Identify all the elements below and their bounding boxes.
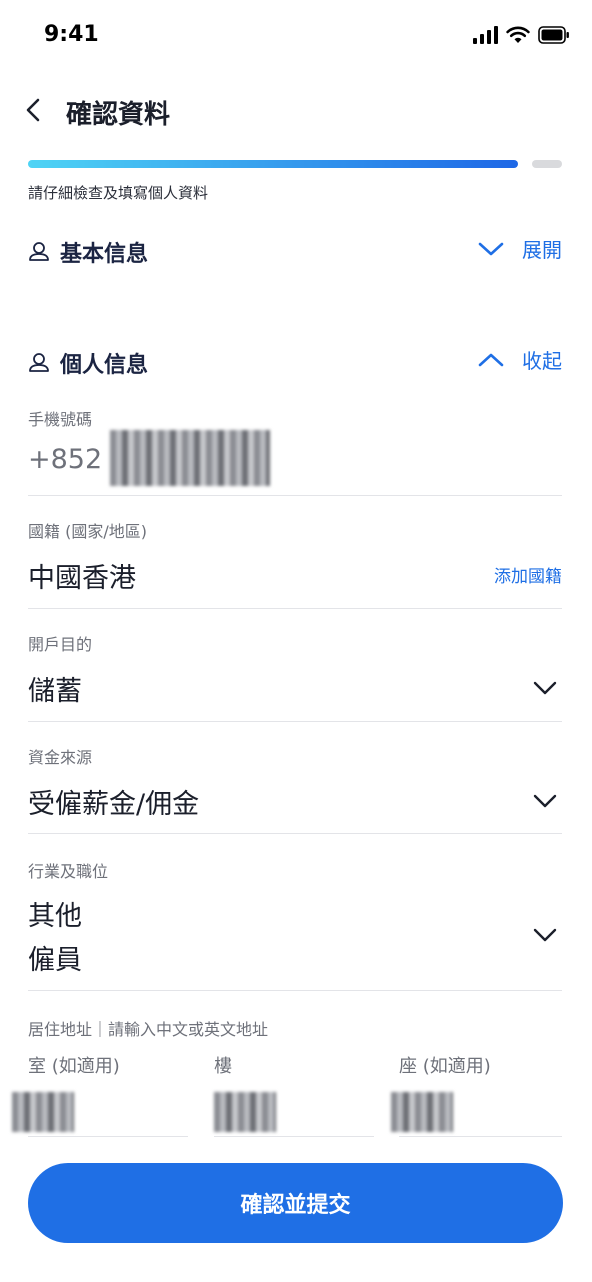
chevron-up-icon	[478, 353, 504, 366]
nationality-value: 中國香港	[28, 563, 136, 594]
section-title: 基本信息	[60, 242, 149, 267]
chevron-down-icon	[533, 794, 557, 808]
account-purpose-select[interactable]: 開戶目的 儲蓄	[28, 623, 562, 722]
purpose-value: 儲蓄	[28, 676, 82, 707]
status-bar: 9:41	[0, 0, 592, 72]
section-basic-info[interactable]: 基本信息 展開	[28, 234, 562, 270]
redacted-floor	[214, 1092, 276, 1132]
nationality-label: 國籍 (國家/地區)	[28, 522, 147, 541]
redacted-phone-number	[110, 430, 270, 486]
expand-label: 展開	[522, 238, 562, 262]
status-icons	[473, 26, 570, 44]
progress-hint: 請仔細檢查及填寫個人資料	[28, 184, 209, 202]
signal-icon	[473, 26, 498, 44]
room-label: 室 (如適用)	[28, 1056, 120, 1077]
collapse-label: 收起	[522, 349, 562, 373]
expand-toggle[interactable]: 展開	[478, 234, 562, 263]
purpose-label: 開戶目的	[28, 635, 93, 654]
occupation-label: 行業及職位	[28, 862, 109, 881]
phone-field[interactable]: 手機號碼 +852	[28, 398, 562, 496]
progress-fill	[28, 160, 518, 168]
wifi-icon	[506, 26, 530, 44]
chevron-down-icon	[478, 242, 504, 255]
floor-label: 樓	[214, 1056, 232, 1077]
funds-label: 資金來源	[28, 748, 93, 767]
address-block-field[interactable]: 座 (如適用)	[391, 1052, 562, 1137]
collapse-toggle[interactable]: 收起	[478, 345, 562, 374]
user-icon	[29, 353, 49, 372]
phone-label: 手機號碼	[28, 410, 93, 429]
section-personal-info[interactable]: 個人信息 收起	[28, 345, 562, 381]
status-time: 9:41	[44, 22, 99, 47]
redacted-room	[12, 1092, 74, 1132]
address-floor-field[interactable]: 樓	[214, 1052, 374, 1137]
nationality-field[interactable]: 國籍 (國家/地區) 中國香港 添加國籍	[28, 510, 562, 609]
address-label: 居住地址｜請輸入中文或英文地址	[28, 1020, 269, 1039]
phone-prefix: +852	[28, 444, 103, 475]
progress-bar	[28, 160, 562, 168]
nav-bar: 確認資料	[0, 82, 592, 138]
room-underline	[28, 1136, 188, 1137]
redacted-block	[391, 1092, 453, 1132]
back-icon[interactable]	[20, 96, 48, 124]
chevron-down-icon	[533, 928, 557, 942]
block-underline	[399, 1136, 562, 1137]
occupation-industry: 其他	[28, 901, 82, 932]
confirm-submit-button[interactable]: 確認並提交	[28, 1163, 563, 1243]
user-icon	[29, 242, 49, 261]
floor-underline	[214, 1136, 374, 1137]
add-nationality-link[interactable]: 添加國籍	[494, 562, 562, 587]
occupation-position: 僱員	[28, 945, 82, 976]
section-title: 個人信息	[60, 353, 149, 378]
source-of-funds-select[interactable]: 資金來源 受僱薪金/佣金	[28, 736, 562, 834]
chevron-down-icon	[533, 681, 557, 695]
funds-value: 受僱薪金/佣金	[28, 789, 200, 820]
occupation-select[interactable]: 行業及職位 其他 僱員	[28, 848, 562, 991]
battery-icon	[538, 26, 570, 44]
address-room-field[interactable]: 室 (如適用)	[12, 1052, 188, 1137]
progress-remaining	[532, 160, 562, 168]
block-label: 座 (如適用)	[399, 1056, 491, 1077]
page-title: 確認資料	[66, 100, 171, 130]
progress-track	[28, 160, 562, 168]
